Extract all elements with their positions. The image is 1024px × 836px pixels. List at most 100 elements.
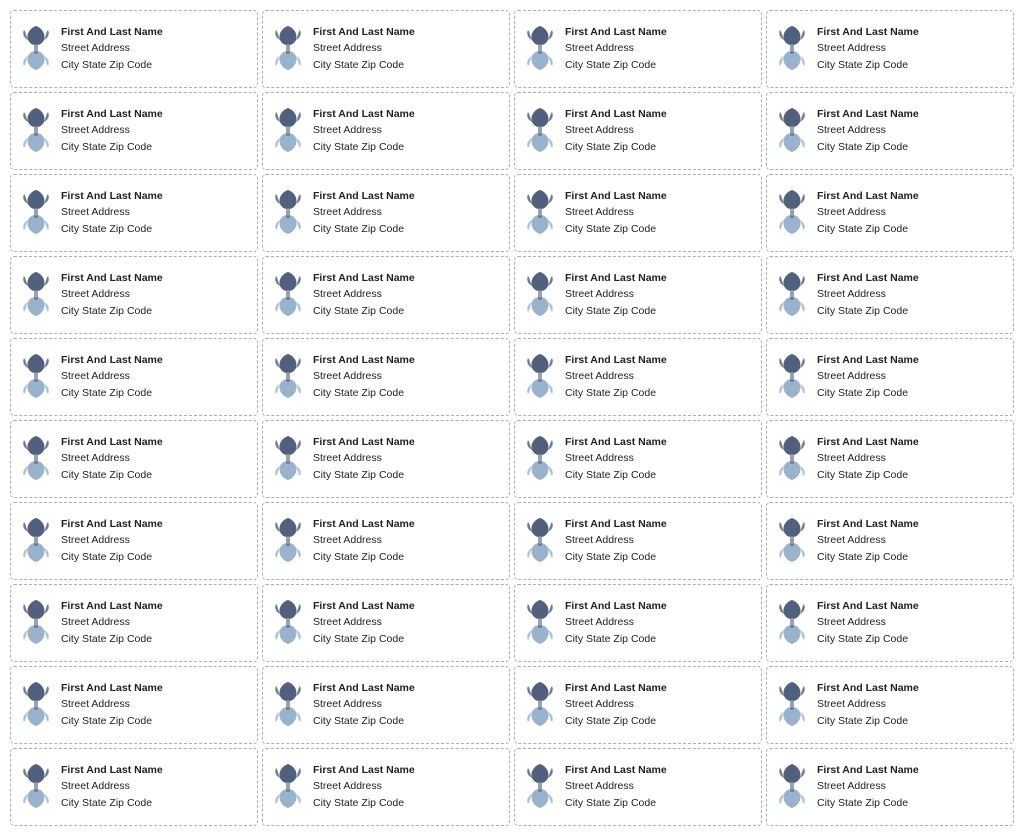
- label-street-address: Street Address: [565, 287, 667, 302]
- decorative-flourish-icon: [17, 597, 55, 649]
- label-address-block: First And Last NameStreet AddressCity St…: [817, 435, 919, 483]
- label-street-address: Street Address: [61, 205, 163, 220]
- label-address-block: First And Last NameStreet AddressCity St…: [61, 681, 163, 729]
- label-cell: First And Last NameStreet AddressCity St…: [766, 256, 1014, 334]
- label-city-state-zip: City State Zip Code: [313, 714, 415, 729]
- decorative-flourish-icon: [521, 269, 559, 321]
- decorative-flourish-icon: [17, 761, 55, 813]
- label-recipient-name: First And Last Name: [61, 107, 163, 122]
- label-city-state-zip: City State Zip Code: [565, 632, 667, 647]
- label-street-address: Street Address: [565, 451, 667, 466]
- label-address-block: First And Last NameStreet AddressCity St…: [817, 517, 919, 565]
- label-cell: First And Last NameStreet AddressCity St…: [514, 502, 762, 580]
- decorative-flourish-icon: [269, 351, 307, 403]
- label-recipient-name: First And Last Name: [817, 189, 919, 204]
- label-recipient-name: First And Last Name: [61, 763, 163, 778]
- label-recipient-name: First And Last Name: [61, 599, 163, 614]
- label-street-address: Street Address: [817, 369, 919, 384]
- label-cell: First And Last NameStreet AddressCity St…: [514, 666, 762, 744]
- label-street-address: Street Address: [565, 697, 667, 712]
- label-cell: First And Last NameStreet AddressCity St…: [262, 338, 510, 416]
- label-street-address: Street Address: [61, 451, 163, 466]
- label-cell: First And Last NameStreet AddressCity St…: [766, 748, 1014, 826]
- label-recipient-name: First And Last Name: [817, 681, 919, 696]
- label-cell: First And Last NameStreet AddressCity St…: [262, 174, 510, 252]
- decorative-flourish-icon: [773, 269, 811, 321]
- label-city-state-zip: City State Zip Code: [565, 714, 667, 729]
- label-city-state-zip: City State Zip Code: [565, 304, 667, 319]
- label-street-address: Street Address: [565, 369, 667, 384]
- label-address-block: First And Last NameStreet AddressCity St…: [565, 763, 667, 811]
- label-recipient-name: First And Last Name: [313, 435, 415, 450]
- label-city-state-zip: City State Zip Code: [565, 140, 667, 155]
- label-city-state-zip: City State Zip Code: [565, 550, 667, 565]
- label-city-state-zip: City State Zip Code: [61, 550, 163, 565]
- decorative-flourish-icon: [521, 515, 559, 567]
- decorative-flourish-icon: [521, 597, 559, 649]
- label-cell: First And Last NameStreet AddressCity St…: [10, 338, 258, 416]
- label-street-address: Street Address: [817, 697, 919, 712]
- decorative-flourish-icon: [773, 105, 811, 157]
- label-address-block: First And Last NameStreet AddressCity St…: [313, 517, 415, 565]
- label-address-block: First And Last NameStreet AddressCity St…: [817, 271, 919, 319]
- label-street-address: Street Address: [565, 779, 667, 794]
- label-cell: First And Last NameStreet AddressCity St…: [262, 502, 510, 580]
- label-street-address: Street Address: [817, 287, 919, 302]
- label-address-block: First And Last NameStreet AddressCity St…: [565, 189, 667, 237]
- label-recipient-name: First And Last Name: [313, 25, 415, 40]
- label-recipient-name: First And Last Name: [565, 763, 667, 778]
- label-street-address: Street Address: [61, 697, 163, 712]
- label-city-state-zip: City State Zip Code: [313, 58, 415, 73]
- label-address-block: First And Last NameStreet AddressCity St…: [313, 189, 415, 237]
- decorative-flourish-icon: [269, 269, 307, 321]
- label-street-address: Street Address: [313, 779, 415, 794]
- label-cell: First And Last NameStreet AddressCity St…: [766, 666, 1014, 744]
- label-address-block: First And Last NameStreet AddressCity St…: [817, 599, 919, 647]
- label-recipient-name: First And Last Name: [313, 189, 415, 204]
- label-address-block: First And Last NameStreet AddressCity St…: [565, 681, 667, 729]
- label-recipient-name: First And Last Name: [565, 189, 667, 204]
- label-address-block: First And Last NameStreet AddressCity St…: [313, 435, 415, 483]
- decorative-flourish-icon: [773, 433, 811, 485]
- label-address-block: First And Last NameStreet AddressCity St…: [313, 25, 415, 73]
- label-city-state-zip: City State Zip Code: [61, 140, 163, 155]
- decorative-flourish-icon: [17, 351, 55, 403]
- label-address-block: First And Last NameStreet AddressCity St…: [61, 599, 163, 647]
- decorative-flourish-icon: [269, 23, 307, 75]
- label-street-address: Street Address: [817, 451, 919, 466]
- label-recipient-name: First And Last Name: [817, 763, 919, 778]
- decorative-flourish-icon: [521, 105, 559, 157]
- label-recipient-name: First And Last Name: [565, 599, 667, 614]
- label-address-block: First And Last NameStreet AddressCity St…: [565, 517, 667, 565]
- decorative-flourish-icon: [17, 269, 55, 321]
- label-address-block: First And Last NameStreet AddressCity St…: [817, 189, 919, 237]
- label-city-state-zip: City State Zip Code: [313, 304, 415, 319]
- label-address-block: First And Last NameStreet AddressCity St…: [565, 271, 667, 319]
- label-cell: First And Last NameStreet Address City St…: [514, 584, 762, 662]
- decorative-flourish-icon: [521, 679, 559, 731]
- label-address-block: First And Last NameStreet AddressCity St…: [61, 25, 163, 73]
- label-cell: First And Last NameStreet AddressCity St…: [766, 92, 1014, 170]
- label-cell: First And Last NameStreet AddressCity St…: [10, 174, 258, 252]
- label-address-block: First And Last NameStreet AddressCity St…: [61, 189, 163, 237]
- label-address-block: First And Last NameStreet AddressCity St…: [61, 353, 163, 401]
- label-cell: First And Last NameStreet AddressCity St…: [766, 420, 1014, 498]
- label-street-address: Street Address: [565, 615, 667, 630]
- label-recipient-name: First And Last Name: [565, 25, 667, 40]
- label-cell: First And Last NameStreet AddressCity St…: [10, 256, 258, 334]
- label-recipient-name: First And Last Name: [61, 517, 163, 532]
- label-cell: First And Last NameStreet AddressCity St…: [262, 420, 510, 498]
- label-city-state-zip: City State Zip Code: [61, 58, 163, 73]
- decorative-flourish-icon: [17, 515, 55, 567]
- label-city-state-zip: City State Zip Code: [61, 796, 163, 811]
- label-cell: First And Last NameStreet AddressCity St…: [10, 420, 258, 498]
- label-city-state-zip: City State Zip Code: [61, 468, 163, 483]
- label-cell: First And Last NameStreet AddressCity St…: [10, 10, 258, 88]
- decorative-flourish-icon: [269, 187, 307, 239]
- label-street-address: Street Address: [817, 205, 919, 220]
- label-cell: First And Last NameStreet AddressCity St…: [514, 748, 762, 826]
- decorative-flourish-icon: [17, 105, 55, 157]
- label-recipient-name: First And Last Name: [565, 435, 667, 450]
- label-cell: First And Last NameStreet AddressCity St…: [766, 584, 1014, 662]
- label-street-address: Street Address: [313, 287, 415, 302]
